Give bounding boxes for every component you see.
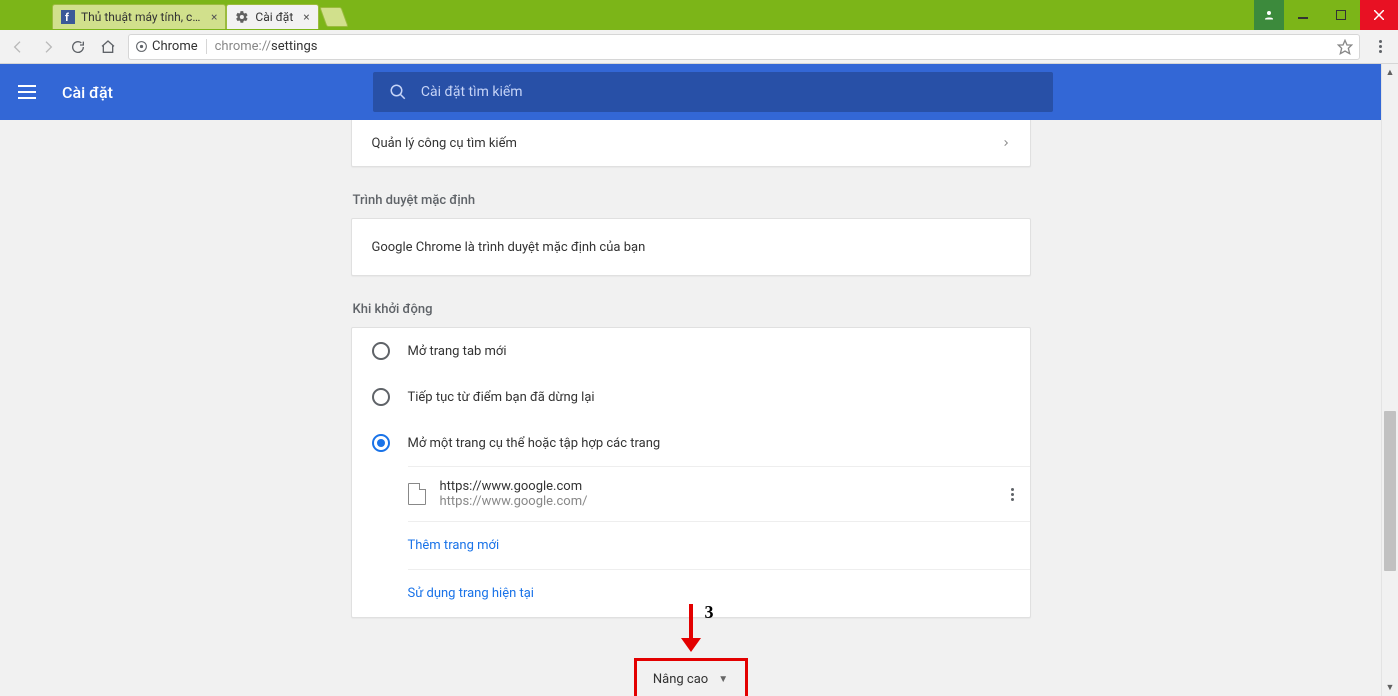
- add-new-page-link[interactable]: Thêm trang mới: [408, 522, 1030, 569]
- radio-icon[interactable]: [372, 342, 390, 360]
- startup-option-newtab[interactable]: Mở trang tab mới: [352, 328, 1030, 374]
- new-tab-button[interactable]: [319, 7, 348, 27]
- page-url-text: https://www.google.com/: [440, 494, 588, 509]
- tab-title: Cài đặt: [255, 10, 293, 24]
- page-title: Cài đặt: [62, 83, 113, 102]
- scroll-down-icon[interactable]: ▼: [1382, 679, 1398, 696]
- facebook-icon: f: [61, 10, 75, 24]
- radio-icon[interactable]: [372, 434, 390, 452]
- search-input[interactable]: [421, 84, 1037, 100]
- home-button[interactable]: [98, 37, 118, 57]
- bookmark-star-icon[interactable]: [1337, 39, 1353, 55]
- advanced-wrap: 3 Nâng cao ▼: [351, 664, 1031, 695]
- reload-button[interactable]: [68, 37, 88, 57]
- user-icon[interactable]: [1254, 0, 1284, 30]
- browser-tab-0[interactable]: f Thủ thuật máy tính, cài đ ×: [52, 4, 226, 29]
- section-on-startup: Khi khởi động: [353, 302, 1031, 317]
- page-title-text: https://www.google.com: [440, 479, 588, 494]
- vertical-scrollbar[interactable]: ▲ ▼: [1381, 64, 1398, 696]
- section-default-browser: Trình duyệt mặc định: [353, 193, 1031, 208]
- manage-search-engines-row[interactable]: Quản lý công cụ tìm kiếm: [352, 120, 1030, 166]
- annotation-arrow: [681, 604, 701, 652]
- url-chip: Chrome: [135, 39, 207, 54]
- browser-tab-1[interactable]: Cài đặt ×: [226, 4, 318, 29]
- radio-icon[interactable]: [372, 388, 390, 406]
- close-icon[interactable]: ×: [211, 10, 217, 24]
- startup-card: Mở trang tab mới Tiếp tục từ điểm bạn đã…: [351, 327, 1031, 618]
- more-options-button[interactable]: [1011, 488, 1014, 501]
- browser-toolbar: Chrome chrome://settings: [0, 30, 1398, 64]
- startup-option-specific[interactable]: Mở một trang cụ thể hoặc tập hợp các tra…: [352, 420, 1030, 466]
- use-current-pages-link[interactable]: Sử dụng trang hiện tại: [408, 570, 1030, 617]
- tab-strip: f Thủ thuật máy tính, cài đ × Cài đặt ×: [52, 4, 345, 29]
- address-bar[interactable]: Chrome chrome://settings: [128, 34, 1360, 60]
- window-close-button[interactable]: [1360, 0, 1398, 30]
- radio-label: Mở trang tab mới: [408, 344, 507, 359]
- menu-icon[interactable]: [18, 80, 42, 104]
- window-maximize-button[interactable]: [1322, 0, 1360, 30]
- radio-label: Tiếp tục từ điểm bạn đã dừng lại: [408, 390, 595, 405]
- chevron-right-icon: [1002, 137, 1010, 149]
- settings-body: Quản lý công cụ tìm kiếm Trình duyệt mặc…: [0, 120, 1381, 696]
- search-icon: [389, 83, 407, 101]
- row-label: Quản lý công cụ tìm kiếm: [372, 136, 517, 151]
- tab-title: Thủ thuật máy tính, cài đ: [81, 10, 201, 24]
- radio-label: Mở một trang cụ thể hoặc tập hợp các tra…: [408, 436, 661, 451]
- annotation-box: [634, 658, 748, 696]
- svg-text:f: f: [65, 11, 69, 24]
- window-minimize-button[interactable]: [1284, 0, 1322, 30]
- page-content: Cài đặt Quản lý công cụ tìm kiếm Trình d…: [0, 64, 1398, 696]
- close-icon[interactable]: ×: [303, 10, 309, 24]
- menu-button[interactable]: [1370, 37, 1390, 57]
- settings-search[interactable]: [373, 72, 1053, 112]
- startup-option-continue[interactable]: Tiếp tục từ điểm bạn đã dừng lại: [352, 374, 1030, 420]
- scrollbar-track[interactable]: [1382, 81, 1398, 679]
- settings-header: Cài đặt: [0, 64, 1398, 120]
- back-button[interactable]: [8, 37, 28, 57]
- scroll-up-icon[interactable]: ▲: [1382, 64, 1398, 81]
- forward-button[interactable]: [38, 37, 58, 57]
- gear-icon: [235, 10, 249, 24]
- default-browser-text: Google Chrome là trình duyệt mặc định củ…: [352, 219, 1030, 275]
- page-icon: [408, 483, 426, 505]
- startup-page-row: https://www.google.com https://www.googl…: [408, 467, 1030, 521]
- chip-label: Chrome: [152, 39, 198, 54]
- annotation-number: 3: [705, 602, 714, 623]
- url-text: chrome://settings: [215, 39, 1329, 54]
- scrollbar-thumb[interactable]: [1384, 411, 1396, 571]
